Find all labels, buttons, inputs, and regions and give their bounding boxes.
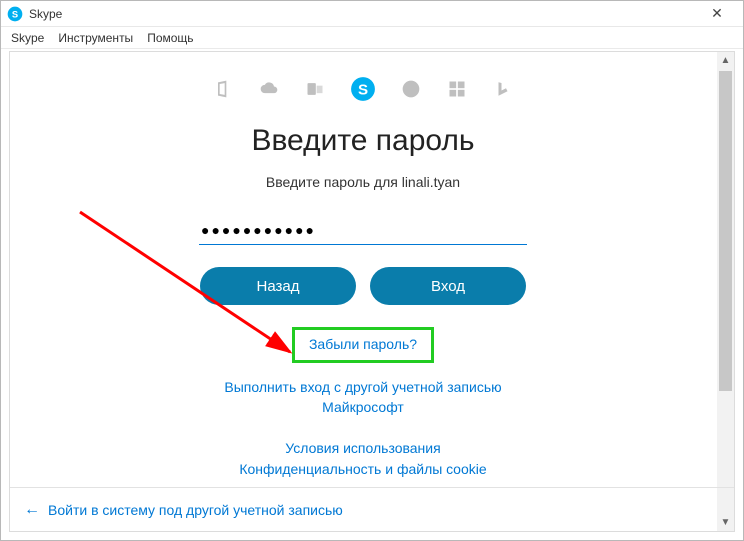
titlebar: S Skype ✕ (1, 1, 743, 27)
menu-help[interactable]: Помощь (147, 31, 193, 45)
legal-links: Условия использования Конфиденциальность… (10, 438, 716, 479)
scroll-up-arrow-icon[interactable]: ▲ (717, 52, 734, 69)
window-title: Skype (29, 7, 697, 21)
password-field-row (199, 216, 527, 245)
svg-text:S: S (358, 81, 368, 98)
password-input[interactable] (201, 222, 525, 238)
svg-text:S: S (12, 9, 18, 19)
menubar: Skype Инструменты Помощь (1, 27, 743, 49)
terms-link[interactable]: Условия использования (10, 438, 716, 458)
skype-icon: S (350, 76, 376, 102)
office-icon (212, 78, 234, 100)
page-subheading: Введите пароль для linali.tyan (266, 174, 460, 190)
other-account-line1[interactable]: Выполнить вход с другой учетной записью (224, 377, 501, 397)
scroll-thumb[interactable] (719, 71, 732, 391)
outlook-icon (304, 78, 326, 100)
other-account-link-block[interactable]: Выполнить вход с другой учетной записью … (224, 377, 501, 418)
onedrive-icon (258, 78, 280, 100)
forgot-password-highlight: Забыли пароль? (292, 327, 434, 363)
back-arrow-icon[interactable]: ← (24, 501, 40, 519)
login-button[interactable]: Вход (370, 267, 526, 305)
back-button[interactable]: Назад (200, 267, 356, 305)
menu-tools[interactable]: Инструменты (58, 31, 133, 45)
window-close-button[interactable]: ✕ (697, 2, 737, 26)
footer-signin-other[interactable]: Войти в систему под другой учетной запис… (48, 502, 343, 518)
xbox-icon (400, 78, 422, 100)
ms-product-icons: S (212, 76, 514, 102)
vertical-scrollbar[interactable]: ▲ ▼ (717, 52, 734, 531)
footer: ← Войти в систему под другой учетной зап… (10, 487, 734, 531)
windows-icon (446, 78, 468, 100)
app-window: S Skype ✕ Skype Инструменты Помощь ▲ ▼ S (0, 0, 744, 541)
page-heading: Введите пароль (251, 124, 474, 158)
button-row: Назад Вход (200, 267, 526, 305)
forgot-password-link[interactable]: Забыли пароль? (309, 336, 417, 352)
privacy-link[interactable]: Конфиденциальность и файлы cookie (10, 459, 716, 479)
menu-skype[interactable]: Skype (11, 31, 44, 45)
content-pane: ▲ ▼ S Введите пароль Введите пароль для … (9, 51, 735, 532)
bing-icon (492, 78, 514, 100)
scroll-track[interactable] (717, 69, 734, 514)
skype-app-icon: S (7, 6, 23, 22)
login-panel: S Введите пароль Введите пароль для lina… (10, 52, 716, 485)
other-account-line2[interactable]: Майкрософт (224, 397, 501, 417)
